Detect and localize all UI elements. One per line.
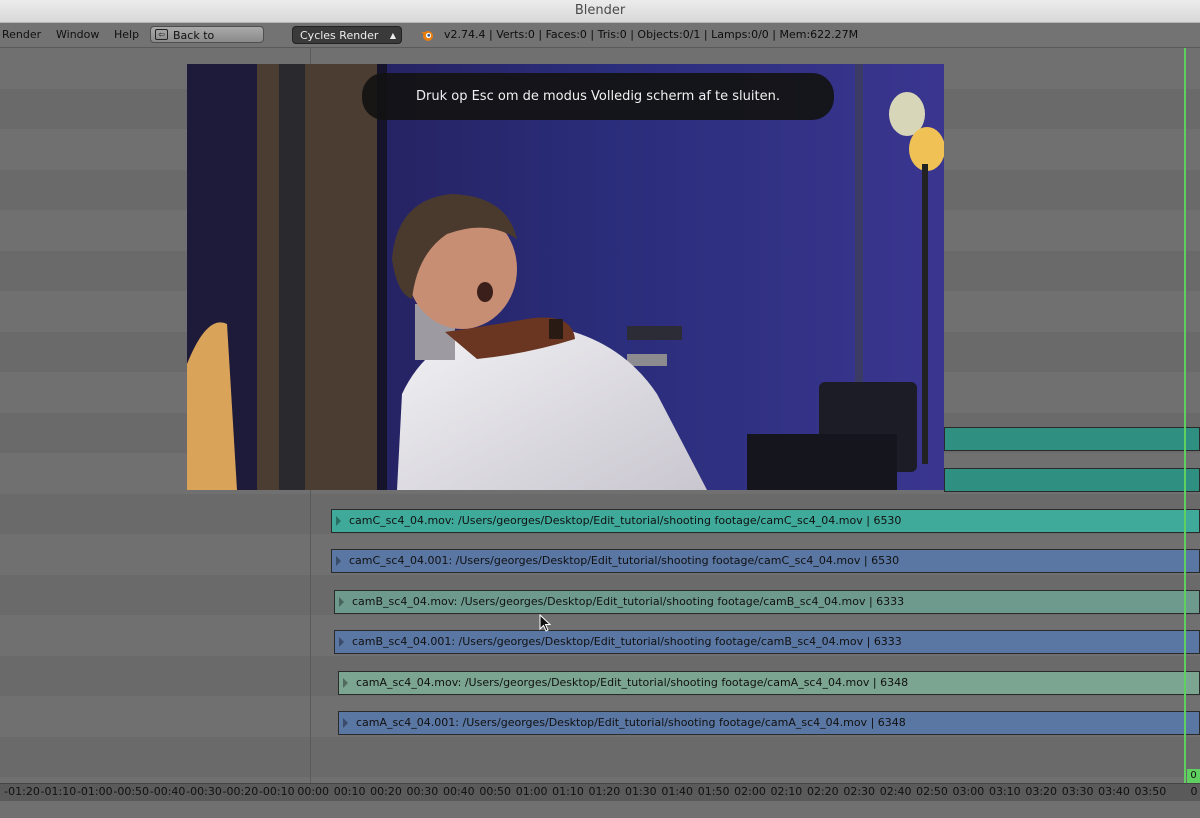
strip-handle-icon[interactable]: [343, 718, 348, 728]
window-title: Blender: [574, 3, 626, 18]
updown-arrows-icon: ▲: [389, 31, 396, 40]
hidden-movie-strip[interactable]: [944, 468, 1200, 492]
current-frame-indicator: 0: [1187, 769, 1200, 783]
time-tick-label: -00:50: [113, 785, 150, 798]
time-tick-label: 02:20: [806, 785, 839, 798]
strip-label: camC_sc4_04.mov: /Users/georges/Desktop/…: [349, 514, 902, 527]
time-tick-label: 03:20: [1025, 785, 1058, 798]
time-tick-label: 02:00: [734, 785, 766, 798]
time-tick-label: 01:10: [552, 785, 584, 798]
time-tick-label: 03:30: [1061, 785, 1094, 798]
strip-handle-icon[interactable]: [336, 556, 341, 567]
time-tick-label: 00:20: [370, 785, 402, 798]
strip-label: camC_sc4_04.001: /Users/georges/Desktop/…: [349, 554, 900, 568]
sound-strip[interactable]: camB_sc4_04.001: /Users/georges/Desktop/…: [334, 630, 1200, 655]
time-tick-label: 01:20: [588, 785, 621, 798]
time-tick-label: 02:30: [843, 785, 876, 798]
time-tick-label: 03:10: [988, 785, 1021, 798]
time-tick-label: 02:10: [770, 785, 803, 798]
time-tick-label: 03:50: [1134, 785, 1167, 798]
time-tick-label: 00:50: [479, 785, 512, 798]
playhead[interactable]: [1184, 48, 1186, 783]
channel-row: [0, 736, 1200, 777]
time-tick-label: -00:20: [222, 785, 259, 798]
time-tick-label: 00:00: [297, 785, 330, 798]
strip-label: camB_sc4_04.mov: /Users/georges/Desktop/…: [352, 594, 905, 608]
strip-label: camB_sc4_04.001: /Users/georges/Desktop/…: [352, 635, 902, 649]
video-still-image: [187, 64, 944, 490]
back-to-previous-button[interactable]: ⇦ Back to Previous: [150, 26, 264, 59]
time-tick-label: -01:20: [4, 785, 40, 798]
strip-handle-icon[interactable]: [339, 637, 344, 648]
time-tick-label: -00:30: [186, 785, 222, 798]
time-tick-label: -01:00: [76, 785, 113, 798]
sound-strip[interactable]: camC_sc4_04.001: /Users/georges/Desktop/…: [331, 549, 1200, 574]
time-tick-label: 01:50: [697, 785, 730, 798]
movie-strip[interactable]: camC_sc4_04.mov: /Users/georges/Desktop/…: [331, 509, 1200, 533]
menu-help[interactable]: Help: [114, 23, 139, 47]
menu-render[interactable]: Render: [2, 23, 41, 47]
movie-strip[interactable]: camA_sc4_04.mov: /Users/georges/Desktop/…: [338, 670, 1200, 695]
screen-back-icon: ⇦: [155, 29, 168, 40]
time-tick-label: -00:40: [149, 785, 186, 798]
time-tick-label: 01:40: [661, 785, 694, 798]
time-tick-label: -00:10: [258, 785, 295, 798]
time-ruler[interactable]: -01:20 -01:10 -01:00 -00:50 -00:40 -00:30 -00:…: [0, 783, 1200, 801]
mouse-cursor-icon: [539, 614, 551, 632]
strip-label: camA_sc4_04.mov: /Users/georges/Desktop/…: [356, 675, 909, 689]
time-tick-label: 00:30: [406, 785, 439, 798]
strip-label: camA_sc4_04.001: /Users/georges/Desktop/…: [356, 716, 906, 729]
movie-strip[interactable]: camB_sc4_04.mov: /Users/georges/Desktop/…: [334, 589, 1200, 614]
scene-stats: v2.74.4 | Verts:0 | Faces:0 | Tris:0 | O…: [444, 28, 859, 41]
time-tick-label: 0: [1190, 785, 1198, 798]
sound-strip[interactable]: camA_sc4_04.001: /Users/georges/Desktop/…: [338, 711, 1200, 735]
time-tick-label: 02:40: [879, 785, 912, 798]
time-tick-label: -01:10: [40, 785, 77, 798]
hidden-movie-strip[interactable]: [944, 427, 1200, 451]
render-engine-select[interactable]: Cycles Render ▲: [292, 26, 402, 44]
time-tick-label: 00:10: [333, 785, 366, 798]
time-tick-label: 03:40: [1098, 785, 1130, 798]
time-tick-label: 01:00: [515, 785, 548, 798]
time-tick-label: 02:50: [916, 785, 948, 798]
strip-handle-icon[interactable]: [343, 677, 348, 688]
render-engine-value: Cycles Render: [300, 29, 379, 42]
time-tick-label: 01:30: [624, 785, 657, 798]
menu-window[interactable]: Window: [56, 23, 99, 47]
time-tick-label: 00:40: [442, 785, 475, 798]
fullscreen-exit-notice: Druk op Esc om de modus Volledig scherm …: [362, 73, 834, 120]
window-title-bar: Blender: [0, 0, 1200, 23]
strip-handle-icon[interactable]: [336, 516, 341, 526]
time-tick-label: 03:00: [952, 785, 985, 798]
strip-handle-icon[interactable]: [339, 596, 344, 607]
blender-logo-icon: [421, 31, 433, 41]
video-preview: [187, 64, 944, 490]
info-header: Render Window Help ⇦ Back to Previous Cy…: [0, 23, 1200, 59]
